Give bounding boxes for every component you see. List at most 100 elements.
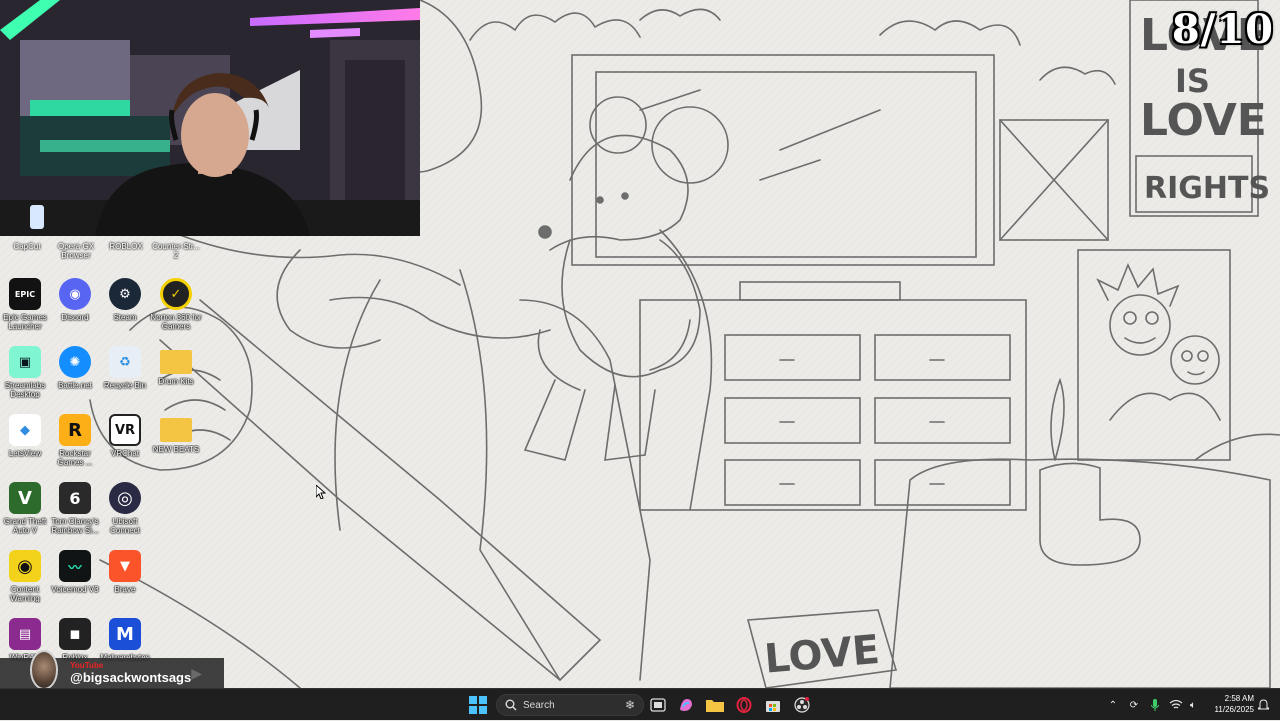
desktop-icon-label: Voicemod V3 (51, 585, 99, 594)
desktop-icon-label: Streamlabs Desktop (4, 381, 46, 399)
notification-bell-icon (1257, 699, 1269, 710)
desktop-icon-label: NEW BEATS (152, 445, 200, 454)
tray-notifications[interactable] (1256, 689, 1270, 721)
desktop-icon-label: Brave (114, 585, 136, 594)
mouse-cursor-icon (316, 485, 326, 499)
microsoft-store-icon (766, 701, 780, 712)
desktop-icon-label: LetsView (8, 449, 42, 458)
opera-gx-icon (736, 697, 752, 713)
tray-microphone[interactable] (1148, 689, 1162, 721)
webcam-overlay (0, 0, 420, 236)
desktop-icon-label: Drum Kits (158, 377, 194, 386)
avatar (30, 650, 59, 690)
desktop-icon-content-warning[interactable]: ◉ Content Warning (0, 548, 50, 614)
roblox-icon: ◼ (59, 618, 91, 650)
taskbar: Search ❄ ⌃ ⟳ 🔈︎ 2:58 AM 11/26/2025 (0, 688, 1280, 720)
webcam-feed (0, 0, 420, 236)
chevron-up-icon: ⌃ (1108, 699, 1118, 711)
rockstar-icon: R (59, 414, 91, 446)
battlenet-icon: ✺ (59, 346, 91, 378)
windows-logo-icon (469, 696, 487, 714)
wifi-icon (1169, 700, 1183, 709)
desktop-icon-label-partial[interactable]: CapCut (0, 242, 54, 251)
desktop-icon-label: Tom Clancy's Rainbow Si... (51, 517, 99, 535)
poster-word-4: RIGHTS (1144, 171, 1270, 206)
desktop-icon-label: Battle.net (58, 381, 92, 390)
taskbar-file-explorer[interactable] (703, 693, 727, 717)
rainbow-six-icon: 6 (59, 482, 91, 514)
steam-icon: ⚙ (109, 278, 141, 310)
desktop-icon-streamlabs[interactable]: ▣ Streamlabs Desktop (0, 344, 50, 410)
streamlabs-icon: ▣ (9, 346, 41, 378)
desktop-icon-drum-kits[interactable]: Drum Kits (151, 344, 201, 410)
desktop-icon-label: Content Warning (10, 585, 40, 603)
tray-network[interactable] (1168, 689, 1184, 721)
desktop-icon-ubisoft[interactable]: ◎ Ubisoft Connect (100, 480, 150, 546)
desktop-icon-label: Recycle Bin (103, 381, 147, 390)
desktop-icon-epic-games[interactable]: EPIC Epic Games Launcher (0, 276, 50, 342)
taskbar-opera-gx[interactable] (732, 693, 756, 717)
taskbar-obs[interactable] (790, 693, 814, 717)
desktop-icon-recycle-bin[interactable]: ♻ Recycle Bin (100, 344, 150, 410)
taskbar-microsoft-store[interactable] (761, 693, 785, 717)
tray-volume[interactable]: 🔈︎ (1186, 689, 1200, 721)
vrchat-icon: VR (109, 414, 141, 446)
task-view-icon (650, 698, 666, 712)
folder-icon (160, 418, 192, 442)
desktop-icon-label: Epic Games Launcher (3, 313, 47, 331)
desktop-icon-label: Discord (61, 313, 89, 322)
desktop-icon-norton[interactable]: ✓ Norton 360 for Gamers (150, 276, 202, 342)
show-hidden-icons-button[interactable]: ⌃ (1106, 689, 1120, 721)
desktop-icon-steam[interactable]: ⚙ Steam (100, 276, 150, 342)
desktop-icon-label: Ubisoft Connect (110, 517, 140, 535)
sync-icon: ⟳ (1129, 699, 1139, 711)
channel-handle: @bigsackwontsags (70, 670, 192, 685)
taskbar-task-view[interactable] (646, 693, 670, 717)
discord-icon: ◉ (59, 278, 91, 310)
desktop-icon-label-partial[interactable]: Opera GX Browser (49, 242, 103, 260)
clock-date: 11/26/2025 (1214, 705, 1254, 714)
desktop-icon-discord[interactable]: ◉ Discord (50, 276, 100, 342)
desktop-icon-voicemod[interactable]: 〰 Voicemod V3 (50, 548, 100, 614)
desktop-icon-battlenet[interactable]: ✺ Battle.net (50, 344, 100, 410)
desktop-icon-brave[interactable]: ▼ Brave (100, 548, 150, 614)
volume-icon: 🔈︎ (1190, 699, 1196, 711)
desktop-icon-label-partial[interactable]: ROBLOX (99, 242, 153, 251)
norton-icon: ✓ (160, 278, 192, 310)
desktop-icon-label: Norton 360 for Gamers (150, 313, 202, 331)
score-overlay: 8/10 (1171, 6, 1274, 53)
malwarebytes-icon: M (109, 618, 141, 650)
desktop-icon-vrchat[interactable]: VR VRChat (100, 412, 150, 478)
desktop-icon-letsview[interactable]: ◆ LetsView (0, 412, 50, 478)
social-handle-banner: YouTube @bigsackwontsags ▶ (0, 650, 224, 690)
gta-icon: V (9, 482, 41, 514)
epic-games-icon: EPIC (9, 278, 41, 310)
brave-icon: ▼ (109, 550, 141, 582)
file-explorer-icon (706, 700, 724, 712)
play-icon: ▶ (191, 664, 202, 681)
voicemod-icon: 〰 (59, 550, 91, 582)
taskbar-search-box[interactable]: Search ❄ (496, 694, 644, 716)
poster-word-3: LOVE (1140, 95, 1267, 146)
start-button[interactable] (466, 693, 490, 717)
tray-sync[interactable]: ⟳ (1126, 689, 1142, 721)
desktop-icon-rockstar[interactable]: R Rockstar Games ... (50, 412, 100, 478)
clock-time: 2:58 AM (1224, 694, 1254, 703)
desktop-icon-label: Rockstar Games ... (57, 449, 93, 467)
recycle-bin-icon: ♻ (109, 346, 141, 378)
desktop-icon-new-beats[interactable]: NEW BEATS (151, 412, 201, 478)
taskbar-copilot[interactable] (674, 693, 698, 717)
desktop-icon-label: Grand Theft Auto V (3, 517, 47, 535)
microphone-icon (1151, 699, 1159, 711)
youtube-label: YouTube (70, 661, 104, 670)
content-warning-icon: ◉ (9, 550, 41, 582)
desktop-icon-gta-v[interactable]: V Grand Theft Auto V (0, 480, 50, 546)
search-placeholder: Search (523, 699, 555, 711)
desktop-icon-label-partial[interactable]: Counter-Str... 2 (149, 242, 203, 260)
ubisoft-icon: ◎ (109, 482, 141, 514)
taskbar-clock[interactable]: 2:58 AM 11/26/2025 (1200, 693, 1254, 715)
winrar-icon: ▤ (9, 618, 41, 650)
desktop-icon-rainbow-six[interactable]: 6 Tom Clancy's Rainbow Si... (50, 480, 100, 546)
desktop-icon-label: VRChat (110, 449, 139, 458)
search-highlight-icon: ❄ (624, 698, 635, 712)
